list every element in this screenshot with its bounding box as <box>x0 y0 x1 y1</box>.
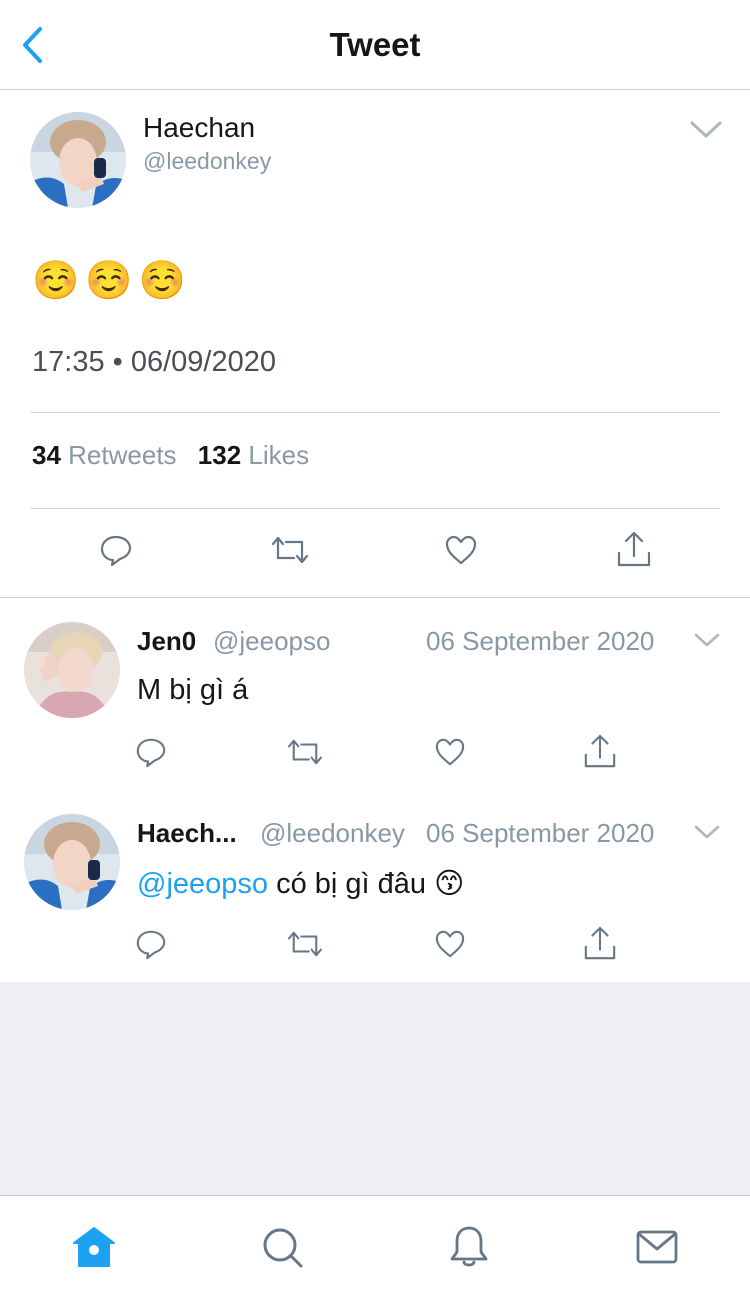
user-handle[interactable]: @jeeopso <box>213 626 330 657</box>
tab-search[interactable] <box>257 1222 307 1272</box>
tab-home[interactable] <box>69 1222 119 1272</box>
mention-link[interactable]: @jeeopso <box>137 868 268 900</box>
retweet-icon <box>288 931 322 957</box>
retweet-button[interactable] <box>285 732 325 772</box>
avatar-image <box>30 112 126 208</box>
bell-icon <box>450 1226 488 1267</box>
retweets-count[interactable]: 34 <box>32 440 61 470</box>
likes-label[interactable]: Likes <box>248 440 309 470</box>
page-title: Tweet <box>329 26 421 63</box>
retweet-icon <box>288 739 322 765</box>
user-handle[interactable]: @leedonkey <box>260 818 405 849</box>
retweet-button[interactable] <box>270 530 310 570</box>
share-icon <box>584 926 616 960</box>
user-handle[interactable]: @leedonkey <box>143 148 271 175</box>
tweet-actions <box>0 530 750 574</box>
main-tweet: Haechan @leedonkey ☺️☺️☺️ 17:35 • 06/09/… <box>0 90 750 598</box>
reply-tweet[interactable]: Jen0 @jeeopso 06 September 2020 M bị gì … <box>0 598 750 790</box>
like-button[interactable] <box>430 924 470 964</box>
retweet-button[interactable] <box>285 924 325 964</box>
tweet-date: 06 September 2020 <box>426 626 655 656</box>
tab-messages[interactable] <box>632 1222 682 1272</box>
reply-icon <box>136 738 166 768</box>
tweet-actions <box>0 732 750 772</box>
share-icon <box>584 734 616 768</box>
avatar[interactable] <box>24 622 120 718</box>
avatar[interactable] <box>24 814 120 910</box>
like-button[interactable] <box>441 530 481 570</box>
avatar-image <box>24 622 120 718</box>
retweets-label[interactable]: Retweets <box>68 440 176 470</box>
reply-button[interactable] <box>131 924 171 964</box>
display-name[interactable]: Jen0 <box>137 626 196 657</box>
reply-button[interactable] <box>96 530 136 570</box>
chevron-down-icon <box>694 633 720 647</box>
tweet-timestamp: 17:35 • 06/09/2020 <box>32 346 276 378</box>
tweet-text-body: có bị gì đâu 😙 <box>268 868 465 900</box>
avatar[interactable] <box>30 112 126 208</box>
reply-button[interactable] <box>131 732 171 772</box>
tweet-options-button[interactable] <box>692 820 722 844</box>
search-icon <box>263 1228 303 1268</box>
share-button[interactable] <box>580 732 620 772</box>
heart-icon <box>445 535 477 565</box>
likes-count[interactable]: 132 <box>198 440 241 470</box>
tab-bar <box>0 1195 750 1295</box>
avatar-image <box>24 814 120 910</box>
like-button[interactable] <box>430 732 470 772</box>
tweet-options-button[interactable] <box>686 114 726 144</box>
chevron-down-icon <box>694 825 720 839</box>
retweet-icon <box>271 536 309 564</box>
tweet-text: @jeeopso có bị gì đâu 😙 <box>137 866 464 901</box>
share-button[interactable] <box>614 530 654 570</box>
display-name[interactable]: Haech... <box>137 818 237 849</box>
nav-header: Tweet <box>0 0 750 90</box>
heart-icon <box>435 930 465 958</box>
tweet-actions <box>0 924 750 964</box>
reply-tweet[interactable]: Haech... @leedonkey 06 September 2020 @j… <box>0 790 750 982</box>
reply-icon <box>136 930 166 960</box>
tweet-options-button[interactable] <box>692 628 722 652</box>
divider <box>30 508 720 509</box>
share-icon <box>617 531 651 567</box>
tweet-text: ☺️☺️☺️ <box>32 260 192 302</box>
empty-area <box>0 982 750 1195</box>
chevron-down-icon <box>690 121 722 138</box>
reply-icon <box>100 535 132 567</box>
divider <box>30 412 720 413</box>
mail-icon <box>636 1230 678 1264</box>
tweet-text: M bị gì á <box>137 674 249 706</box>
home-icon <box>73 1227 115 1267</box>
tab-notifications[interactable] <box>444 1222 494 1272</box>
share-button[interactable] <box>580 924 620 964</box>
heart-icon <box>435 738 465 766</box>
tweet-stats: 34 Retweets 132 Likes <box>32 440 323 471</box>
tweet-date: 06 September 2020 <box>426 818 655 848</box>
display-name[interactable]: Haechan <box>143 112 255 144</box>
